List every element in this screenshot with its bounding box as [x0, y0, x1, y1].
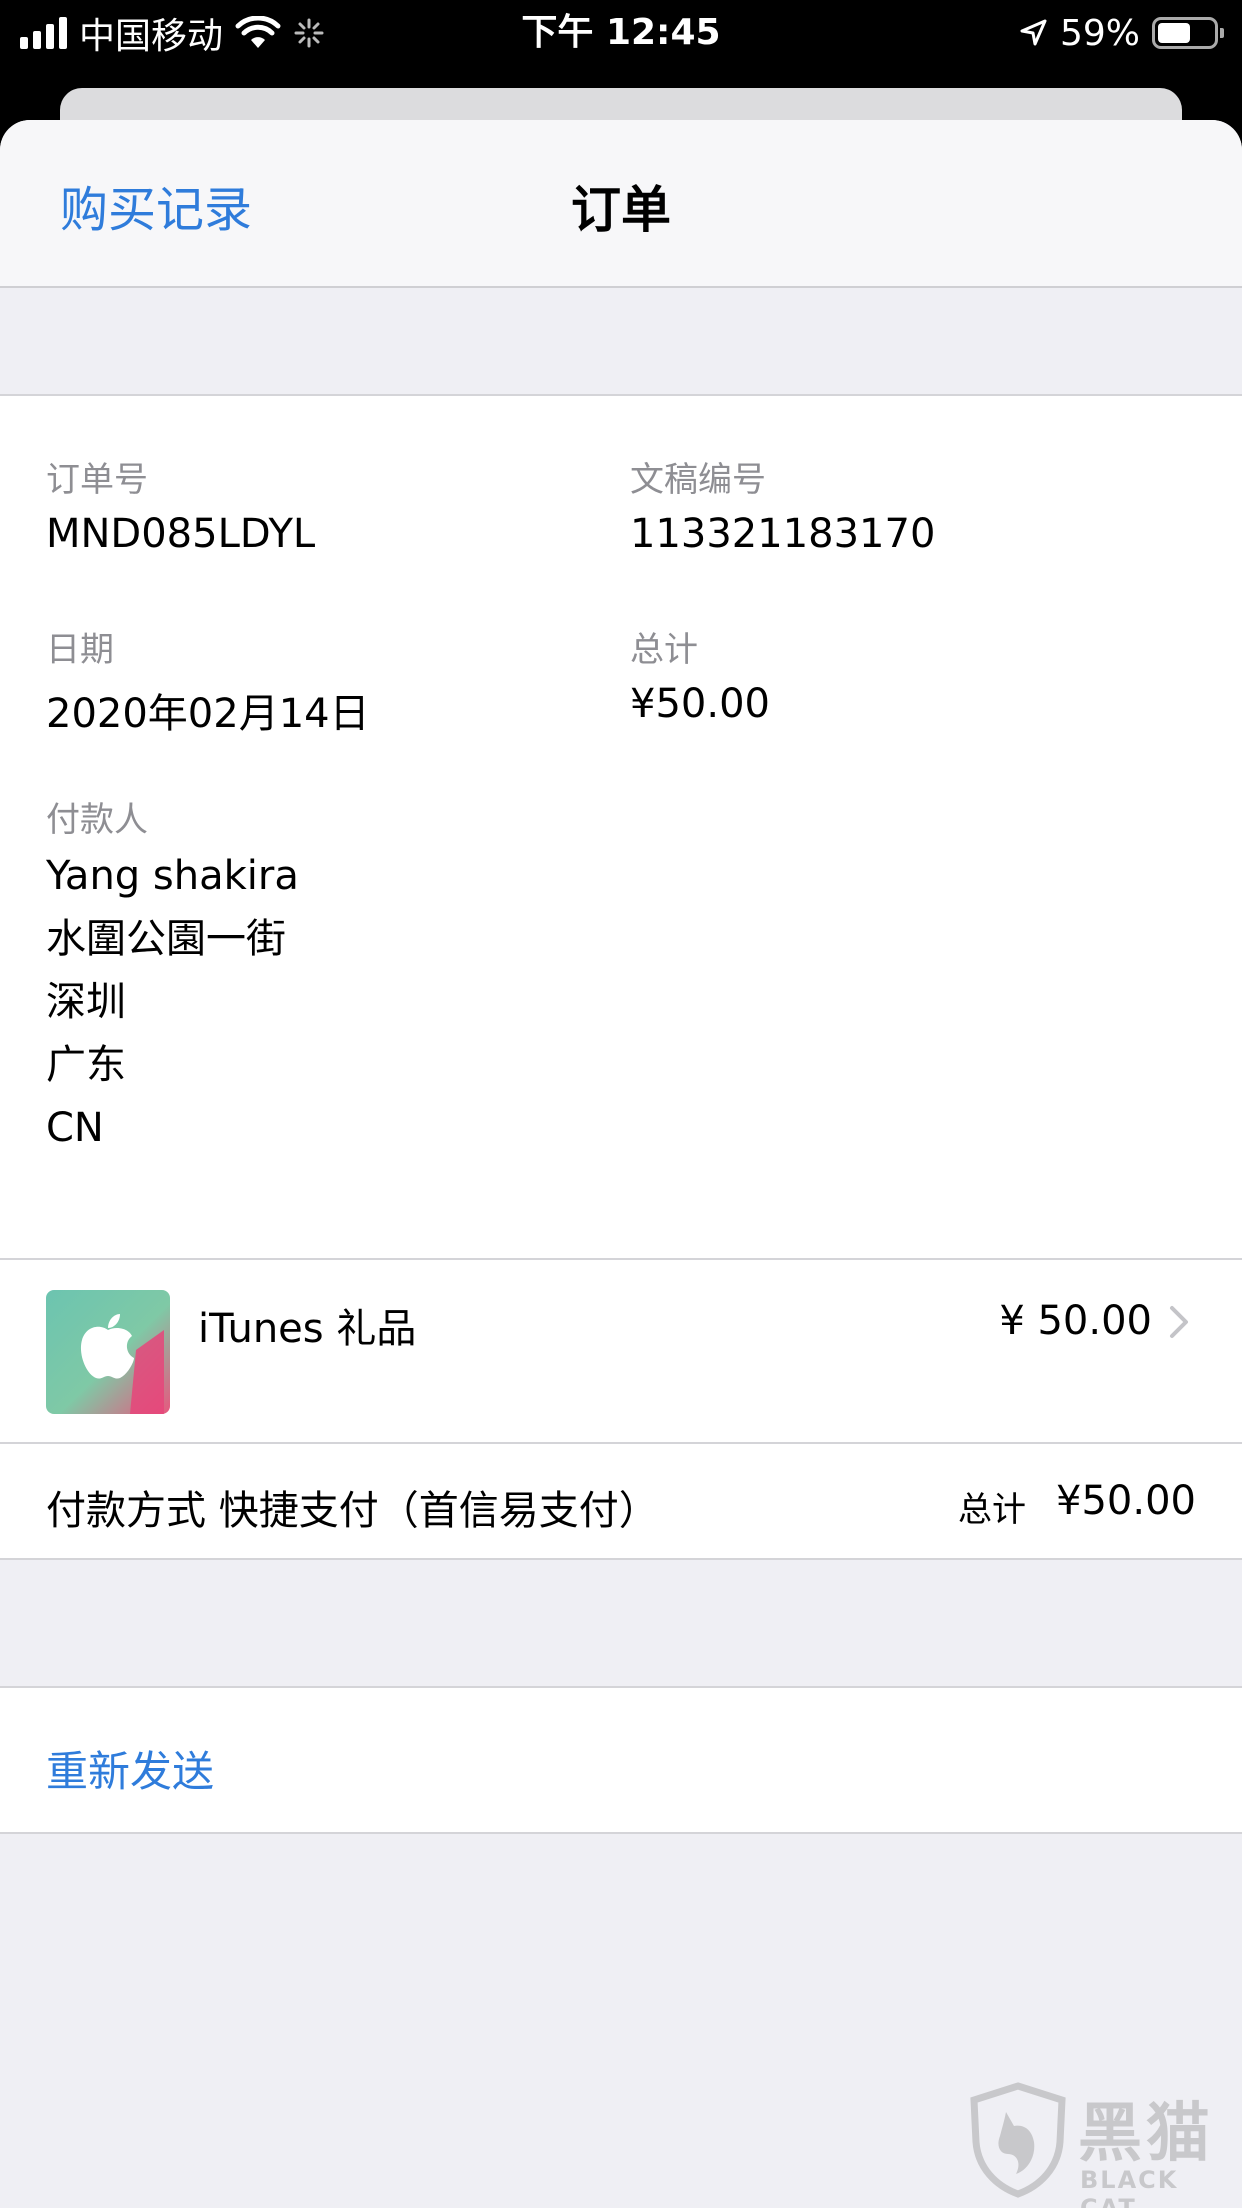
watermark: 黑猫 BLACK CAT	[966, 2082, 1236, 2208]
nav-bar: 购买记录 订单	[0, 120, 1242, 288]
total-value: ¥50.00	[630, 681, 770, 727]
status-right: 59%	[1018, 8, 1224, 58]
section-spacer	[0, 288, 1242, 396]
payer-line: 深圳	[46, 979, 126, 1025]
watermark-english: BLACK CAT	[1080, 2166, 1179, 2208]
payment-method: 付款方式 快捷支付（首信易支付）	[46, 1488, 659, 1534]
order-number-field: 订单号 MND085LDYL	[46, 452, 315, 557]
resend-button[interactable]: 重新发送	[46, 1738, 214, 1799]
payment-total-value: ¥50.00	[1056, 1478, 1196, 1524]
screen: 中国移动 下午 12:45 59% 购买记录 订单 订单号 MND085LDYL…	[0, 0, 1242, 2208]
black-cat-logo-icon	[970, 2082, 1066, 2198]
payer-field: 付款人 Yang shakira 水圍公園一街 深圳 广东 CN	[46, 792, 299, 1160]
resend-row: 重新发送	[0, 1688, 1242, 1834]
payer-line: 广东	[46, 1042, 126, 1088]
order-info-section: 订单号 MND085LDYL 文稿编号 113321183170 日期 2020…	[0, 396, 1242, 1258]
status-bar: 中国移动 下午 12:45 59%	[0, 0, 1242, 66]
page-title: 订单	[571, 181, 671, 239]
payer-label: 付款人	[46, 800, 148, 840]
order-sheet: 购买记录 订单 订单号 MND085LDYL 文稿编号 113321183170…	[0, 120, 1242, 2208]
payer-address: Yang shakira 水圍公園一街 深圳 广东 CN	[46, 845, 299, 1160]
item-price: ¥ 50.00	[999, 1298, 1152, 1344]
item-name: iTunes 礼品	[198, 1306, 417, 1352]
purchase-item-row[interactable]: iTunes 礼品 ¥ 50.00	[0, 1258, 1242, 1442]
total-label: 总计	[630, 630, 698, 670]
date-value: 2020年02月14日	[46, 691, 370, 737]
payer-line: Yang shakira	[46, 853, 299, 899]
document-number-value: 113321183170	[630, 511, 936, 557]
payer-line: CN	[46, 1105, 104, 1151]
payment-total-label: 总计	[958, 1490, 1026, 1530]
itunes-gift-card-icon	[46, 1290, 170, 1414]
location-arrow-icon	[1020, 19, 1047, 46]
battery-icon	[1152, 17, 1224, 49]
battery-fill	[1158, 23, 1190, 43]
date-label: 日期	[46, 630, 114, 670]
payer-line: 水圍公園一街	[46, 916, 286, 962]
total-field: 总计 ¥50.00	[630, 622, 770, 727]
watermark-chinese: 黑猫	[1078, 2097, 1214, 2171]
order-number-value: MND085LDYL	[46, 511, 316, 557]
payment-row: 付款方式 快捷支付（首信易支付） 总计 ¥50.00	[0, 1442, 1242, 1560]
order-number-label: 订单号	[46, 460, 148, 500]
document-number-field: 文稿编号 113321183170	[630, 452, 935, 557]
chevron-right-icon	[1170, 1306, 1188, 1338]
section-spacer	[0, 1560, 1242, 1688]
document-number-label: 文稿编号	[630, 460, 766, 500]
date-field: 日期 2020年02月14日	[46, 622, 370, 739]
battery-percent: 59%	[1059, 12, 1140, 54]
